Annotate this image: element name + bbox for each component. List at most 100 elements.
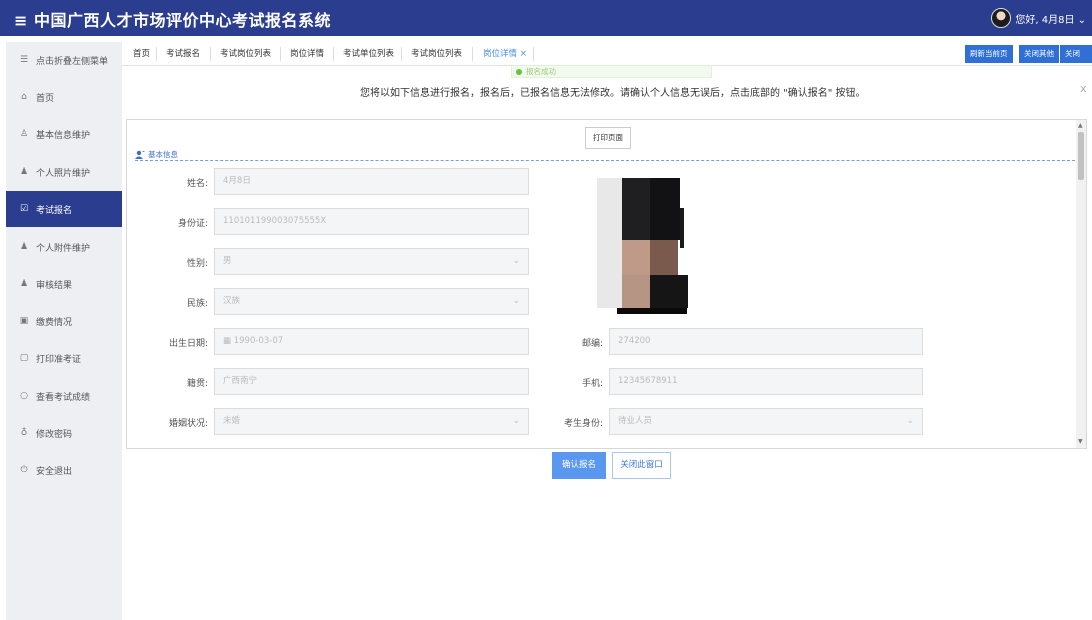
identity-select[interactable]: 待业人员 ⌄: [609, 408, 923, 435]
ethnicity-select[interactable]: 汉族 ⌄: [214, 288, 529, 315]
tab-position-detail-active[interactable]: 岗位详情 ×: [483, 42, 527, 66]
sidebar-item-label: 审核结果: [36, 280, 73, 291]
phone-value: 12345678911: [618, 376, 678, 386]
sidebar: ☰ 点击折叠左侧菜单 ⌂ 首页 ♙ 基本信息维护 ♟ 个人照片维护 ☑ 考试报名…: [6, 42, 122, 620]
power-icon: ⏻: [20, 465, 28, 475]
marital-select[interactable]: 未婚 ⌄: [214, 408, 529, 435]
name-field[interactable]: 4月8日: [214, 168, 529, 195]
sidebar-item-attachments[interactable]: ♟ 个人附件维护: [6, 229, 122, 265]
section-title: 基本信息: [148, 150, 178, 159]
sidebar-item-home[interactable]: ⌂ 首页: [6, 79, 122, 115]
identity-label: 考生身份:: [563, 419, 603, 429]
sidebar-item-password[interactable]: ♁ 修改密码: [6, 415, 122, 451]
sidebar-item-label: 点击折叠左侧菜单: [36, 56, 109, 67]
sidebar-item-payment[interactable]: ▣ 缴费情况: [6, 303, 122, 339]
app-header: ≡ 中国广西人才市场评价中心考试报名系统 您好, 4月8日 ⌄: [0, 0, 1092, 36]
id-card-value: 110101199003075555X: [223, 216, 327, 226]
tab-exam-position-list[interactable]: 考试岗位列表: [220, 42, 271, 66]
edit-icon: ☑: [19, 204, 29, 214]
sidebar-item-exam-signup[interactable]: ☑ 考试报名: [6, 191, 122, 227]
tab-exam-unit-list[interactable]: 考试单位列表: [343, 42, 394, 66]
tab-home[interactable]: 首页: [133, 42, 150, 66]
avatar: [991, 8, 1012, 28]
sidebar-item-label: 基本信息维护: [36, 130, 91, 141]
sidebar-item-label: 安全退出: [36, 466, 73, 477]
menu-icon: ☰: [19, 55, 29, 65]
postcode-label: 邮编:: [581, 339, 603, 349]
marital-value: 未婚: [223, 416, 241, 426]
home-icon: ⌂: [21, 92, 27, 102]
id-card-field[interactable]: 110101199003075555X: [214, 208, 529, 235]
ethnicity-label: 民族:: [186, 299, 208, 309]
tab-divider: [210, 47, 211, 61]
sidebar-item-photo[interactable]: ♟ 个人照片维护: [6, 154, 122, 190]
success-icon: [516, 68, 522, 75]
toast-text: 报名成功: [526, 67, 556, 76]
chevron-down-icon: ⌄: [512, 256, 520, 266]
tab-divider: [280, 47, 281, 61]
close-all-button[interactable]: 关闭所有: [1060, 45, 1092, 76]
panel-scrollbar[interactable]: ▲ ▼: [1076, 120, 1086, 448]
tab-exam-position-list-2[interactable]: 考试岗位列表: [411, 42, 462, 66]
scroll-down-icon[interactable]: ▼: [1078, 438, 1083, 445]
identity-value: 待业人员: [618, 416, 653, 426]
birth-value: 1990-03-07: [233, 336, 284, 346]
search-icon: ○: [20, 391, 28, 401]
close-others-button[interactable]: 关闭其他: [1019, 45, 1059, 63]
sidebar-item-print-ticket[interactable]: ▢ 打印准考证: [6, 340, 122, 376]
chevron-down-icon: ⌄: [906, 416, 914, 426]
scrollbar-thumb[interactable]: [1078, 132, 1084, 180]
tab-divider: [401, 47, 402, 61]
phone-field[interactable]: 12345678911: [609, 368, 923, 395]
tab-exam-signup[interactable]: 考试报名: [166, 42, 200, 66]
tab-divider: [533, 47, 534, 61]
chevron-down-icon: ⌄: [512, 296, 520, 306]
id-card-label: 身份证:: [177, 219, 208, 229]
tab-position-detail[interactable]: 岗位详情: [290, 42, 324, 66]
birth-date-field[interactable]: ▦ 1990-03-07: [214, 328, 529, 355]
sidebar-item-basic-info[interactable]: ♙ 基本信息维护: [6, 116, 122, 152]
postcode-value: 274200: [618, 336, 651, 346]
user-outline-icon: ♙: [19, 129, 29, 139]
marital-label: 婚姻状况:: [168, 419, 208, 429]
sidebar-item-label: 修改密码: [36, 429, 73, 440]
sidebar-item-label: 考试报名: [36, 205, 73, 216]
gender-label: 性别:: [186, 259, 208, 269]
applicant-photo: [597, 168, 691, 314]
native-label: 籍贯:: [186, 379, 208, 389]
app-title: ≡ 中国广西人才市场评价中心考试报名系统: [14, 11, 331, 30]
ethnicity-value: 汉族: [223, 296, 241, 306]
sidebar-item-label: 个人照片维护: [36, 168, 91, 179]
sidebar-item-collapse[interactable]: ☰ 点击折叠左侧菜单: [6, 42, 122, 78]
confirm-signup-button[interactable]: 确认报名: [552, 452, 606, 479]
sidebar-item-logout[interactable]: ⏻ 安全退出: [6, 452, 122, 488]
print-page-button[interactable]: 打印页面: [585, 127, 631, 149]
postcode-field[interactable]: 274200: [609, 328, 923, 355]
key-icon: ♁: [20, 428, 28, 438]
chevron-down-icon: ⌄: [512, 416, 520, 426]
close-window-button[interactable]: 关闭此窗口: [612, 452, 671, 479]
refresh-page-button[interactable]: 刷新当前页: [965, 45, 1013, 63]
sidebar-item-scores[interactable]: ○ 查看考试成绩: [6, 378, 122, 414]
sidebar-item-label: 查看考试成绩: [36, 392, 91, 403]
native-field[interactable]: 广西南宁: [214, 368, 529, 395]
sidebar-item-review[interactable]: ♟ 审核结果: [6, 266, 122, 302]
user-icon: ♟: [19, 242, 29, 252]
birth-label: 出生日期:: [168, 339, 208, 349]
sidebar-item-label: 缴费情况: [36, 317, 73, 328]
sidebar-item-label: 个人附件维护: [36, 243, 91, 254]
user-add-icon: [135, 150, 145, 159]
tab-divider: [156, 47, 157, 61]
name-value: 4月8日: [223, 176, 251, 186]
gender-value: 男: [223, 256, 232, 266]
sidebar-item-label: 打印准考证: [36, 354, 82, 365]
section-divider: [135, 160, 1075, 161]
user-menu[interactable]: 您好, 4月8日 ⌄: [991, 8, 1086, 28]
user-icon: ♟: [19, 167, 29, 177]
form-panel: 打印页面 基本信息 姓名: 4月8日 身份证: 1101011990030755…: [126, 119, 1087, 449]
name-label: 姓名:: [186, 179, 208, 189]
native-value: 广西南宁: [223, 376, 258, 386]
gender-select[interactable]: 男 ⌄: [214, 248, 529, 275]
close-icon[interactable]: x: [1080, 82, 1087, 95]
scroll-up-icon[interactable]: ▲: [1078, 122, 1083, 129]
